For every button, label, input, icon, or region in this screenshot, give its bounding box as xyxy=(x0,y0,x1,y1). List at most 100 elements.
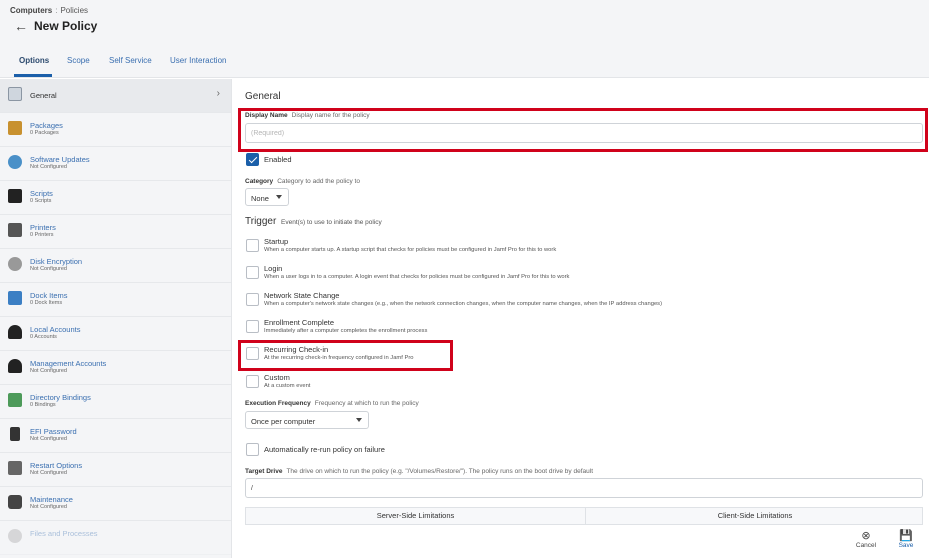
sidebar-item-packages[interactable]: Packages 0 Packages xyxy=(0,113,231,147)
sidebar-item-restart-options[interactable]: Restart Options Not Configured xyxy=(0,453,231,487)
sidebar-item-scripts[interactable]: Scripts 0 Scripts xyxy=(0,181,231,215)
trigger-label: Startup xyxy=(264,237,289,246)
sidebar-item-label: Printers xyxy=(30,223,56,232)
sidebar-item-label: Disk Encryption xyxy=(30,257,83,266)
sidebar-item-disk-encryption[interactable]: Disk Encryption Not Configured xyxy=(0,249,231,283)
sidebar-item-label: Maintenance xyxy=(30,495,73,504)
sidebar-item-sub: 0 Bindings xyxy=(30,402,56,408)
breadcrumb-separator: : xyxy=(55,6,58,15)
breadcrumb-current[interactable]: Policies xyxy=(60,6,88,15)
sidebar-item-directory-bindings[interactable]: Directory Bindings 0 Bindings xyxy=(0,385,231,419)
target-drive-input[interactable] xyxy=(245,478,923,498)
tab-options[interactable]: Options xyxy=(19,56,49,65)
sidebar-item-printers[interactable]: Printers 0 Printers xyxy=(0,215,231,249)
trigger-label: Recurring Check-in xyxy=(264,345,329,354)
trigger-label: Custom xyxy=(264,373,290,382)
cancel-button[interactable]: ⊗ Cancel xyxy=(851,530,881,549)
save-icon: 💾 xyxy=(899,530,913,542)
restart-icon xyxy=(8,461,22,475)
sidebar-item-sub: Not Configured xyxy=(30,368,67,374)
trigger-desc: At the recurring check-in frequency conf… xyxy=(264,355,414,361)
sidebar-item-label: Packages xyxy=(30,121,63,130)
directory-icon xyxy=(8,393,22,407)
save-button[interactable]: 💾 Save xyxy=(891,530,921,549)
category-select[interactable]: None xyxy=(245,188,289,206)
tab-scope[interactable]: Scope xyxy=(67,56,90,65)
sidebar-item-management-accounts[interactable]: Management Accounts Not Configured xyxy=(0,351,231,385)
disk-icon xyxy=(8,257,22,271)
back-arrow-icon[interactable]: ← xyxy=(14,18,28,34)
trigger-title: Trigger xyxy=(245,216,277,227)
sidebar-item-label: Scripts xyxy=(30,189,53,198)
category-label: Category Category to add the policy to xyxy=(245,178,360,185)
custom-checkbox[interactable] xyxy=(246,375,259,388)
sidebar-item-label: EFI Password xyxy=(30,427,77,436)
sidebar-item-sub: 0 Packages xyxy=(30,130,59,136)
sidebar-item-maintenance[interactable]: Maintenance Not Configured xyxy=(0,487,231,521)
breadcrumb-parent[interactable]: Computers xyxy=(10,6,52,15)
limitations-tabs: Server-Side Limitations Client-Side Limi… xyxy=(245,507,923,525)
search-icon xyxy=(8,529,22,543)
trigger-label: Enrollment Complete xyxy=(264,318,335,327)
rerun-label: Automatically re-run policy on failure xyxy=(264,445,385,454)
sidebar-item-label: Files and Processes xyxy=(30,529,98,538)
admin-user-icon xyxy=(8,359,22,373)
enabled-label: Enabled xyxy=(264,155,292,164)
sidebar-item-files-and-processes[interactable]: Files and Processes xyxy=(0,521,231,555)
trigger-desc: At a custom event xyxy=(264,383,311,389)
target-drive-label: Target Drive The drive on which to run th… xyxy=(245,468,593,475)
cancel-label: Cancel xyxy=(855,542,877,549)
sidebar-item-label: Local Accounts xyxy=(30,325,81,334)
tools-icon xyxy=(8,495,22,509)
sidebar-item-label: Software Updates xyxy=(30,155,90,164)
client-side-limitations-tab[interactable]: Client-Side Limitations xyxy=(585,508,924,524)
package-icon xyxy=(8,121,22,135)
sidebar-item-sub: 0 Scripts xyxy=(30,198,52,204)
tab-user-interaction[interactable]: User Interaction xyxy=(170,56,226,65)
trigger-label: Login xyxy=(264,264,283,273)
sidebar-item-label: General xyxy=(30,91,57,100)
tab-self-service[interactable]: Self Service xyxy=(109,56,152,65)
close-circle-icon: ⊗ xyxy=(861,530,871,542)
user-icon xyxy=(8,325,22,339)
sidebar: General › Packages 0 Packages Software U… xyxy=(0,79,232,558)
sidebar-item-dock-items[interactable]: Dock Items 0 Dock Items xyxy=(0,283,231,317)
execution-frequency-select[interactable]: Once per computer xyxy=(245,411,369,429)
display-name-input[interactable] xyxy=(245,123,923,143)
tab-bar: Options Scope Self Service User Interact… xyxy=(0,43,929,78)
trigger-desc: When a computer's network state changes … xyxy=(264,301,662,307)
chevron-right-icon: › xyxy=(216,88,220,99)
sidebar-item-sub: Not Configured xyxy=(30,436,67,442)
trigger-desc: When a user logs in to a computer. A log… xyxy=(264,274,570,280)
sidebar-item-label: Directory Bindings xyxy=(30,393,91,402)
sidebar-item-sub: Not Configured xyxy=(30,470,67,476)
execution-frequency-value: Once per computer xyxy=(251,417,316,426)
display-name-label: Display Name Display name for the policy xyxy=(245,112,370,119)
enabled-checkbox[interactable] xyxy=(246,153,259,166)
sidebar-item-software-updates[interactable]: Software Updates Not Configured xyxy=(0,147,231,181)
network-state-change-checkbox[interactable] xyxy=(246,293,259,306)
printer-icon xyxy=(8,223,22,237)
server-side-limitations-tab[interactable]: Server-Side Limitations xyxy=(246,508,585,524)
rerun-checkbox[interactable] xyxy=(246,443,259,456)
software-update-icon xyxy=(8,155,22,169)
enrollment-complete-checkbox[interactable] xyxy=(246,320,259,333)
startup-checkbox[interactable] xyxy=(246,239,259,252)
sidebar-item-label: Dock Items xyxy=(30,291,68,300)
sidebar-item-local-accounts[interactable]: Local Accounts 0 Accounts xyxy=(0,317,231,351)
trigger-label: Network State Change xyxy=(264,291,340,300)
login-checkbox[interactable] xyxy=(246,266,259,279)
section-title: General xyxy=(245,91,281,102)
caret-down-icon xyxy=(276,195,282,199)
sidebar-item-label: Restart Options xyxy=(30,461,83,470)
general-icon xyxy=(8,87,22,101)
page-title: New Policy xyxy=(34,19,98,33)
lock-icon xyxy=(10,427,20,441)
terminal-icon xyxy=(8,189,22,203)
sidebar-item-general[interactable]: General › xyxy=(0,79,231,113)
caret-down-icon xyxy=(356,418,362,422)
sidebar-item-efi-password[interactable]: EFI Password Not Configured xyxy=(0,419,231,453)
sidebar-item-label: Management Accounts xyxy=(30,359,107,368)
recurring-check-in-checkbox[interactable] xyxy=(246,347,259,360)
trigger-desc: Immediately after a computer completes t… xyxy=(264,328,428,334)
